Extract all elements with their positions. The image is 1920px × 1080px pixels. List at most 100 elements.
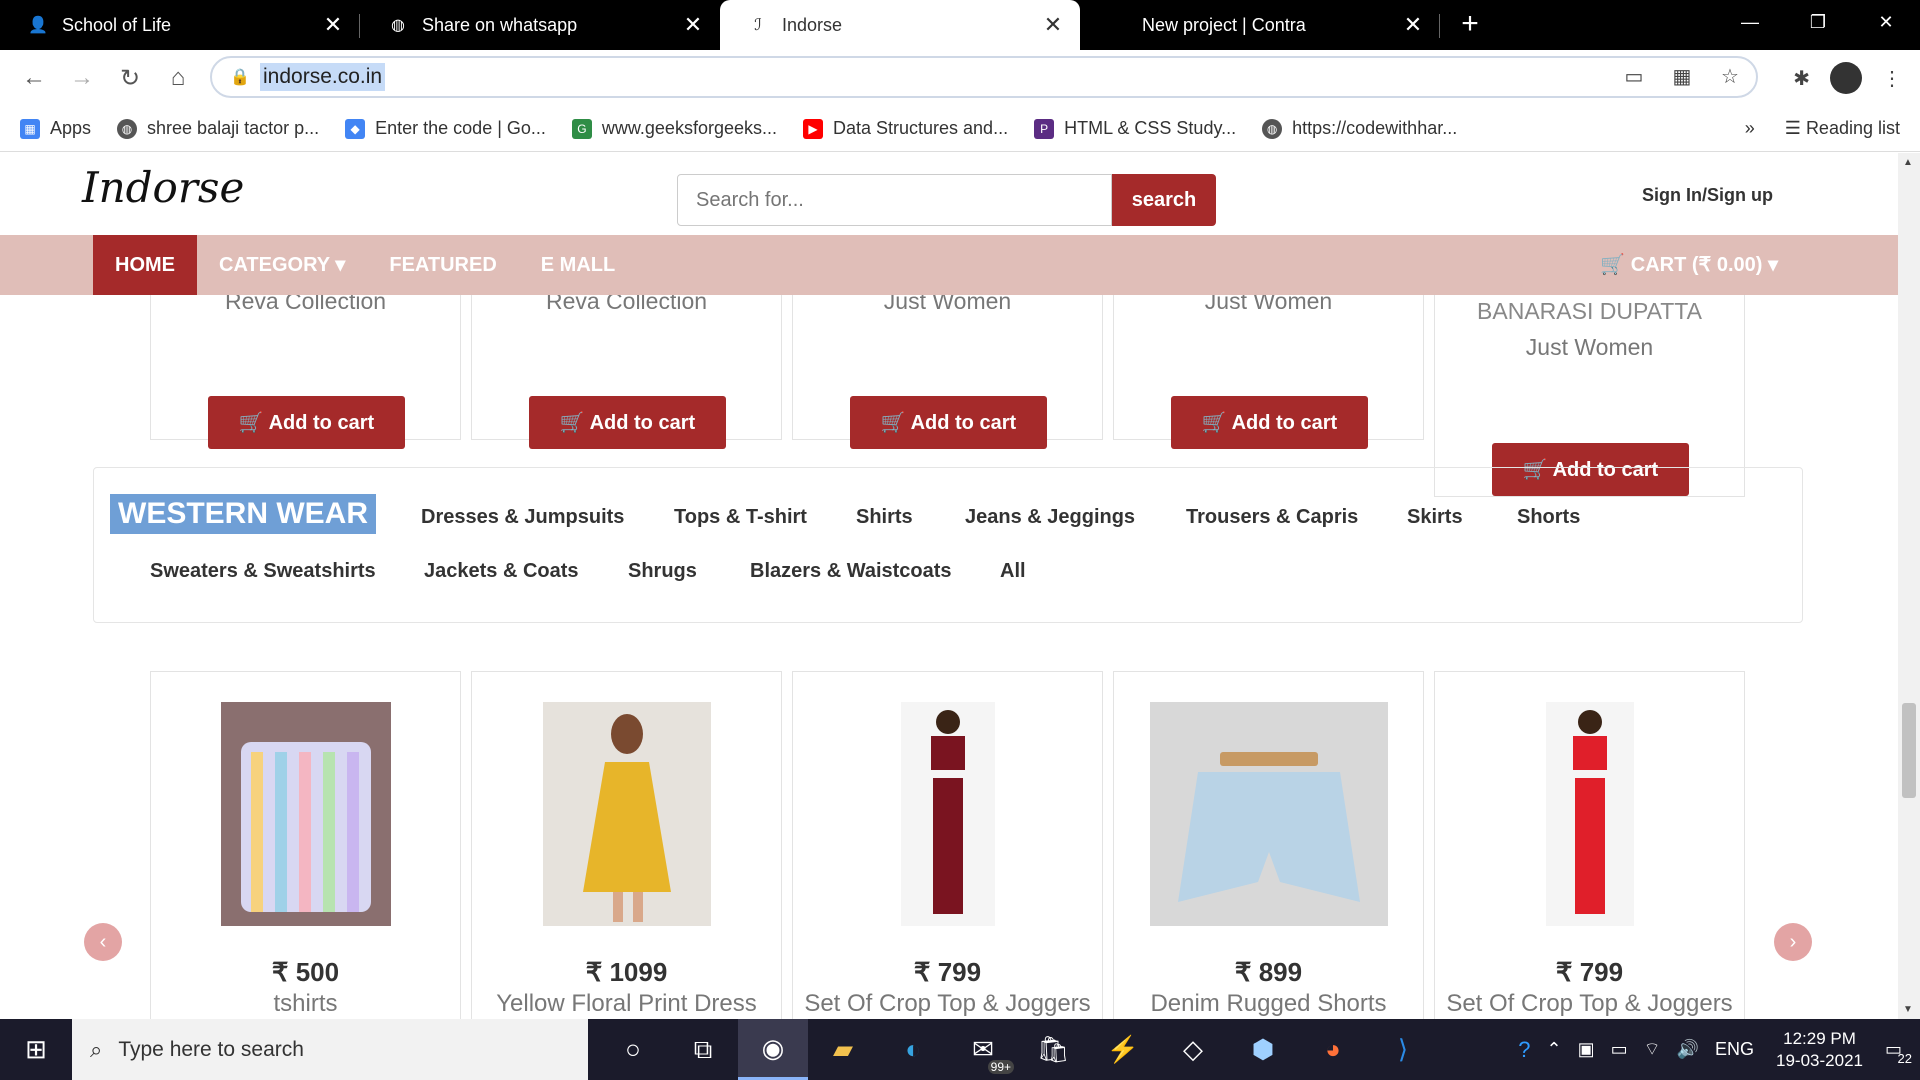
- close-window-button[interactable]: ✕: [1852, 0, 1920, 44]
- reload-icon[interactable]: ↻: [106, 64, 154, 93]
- category-link[interactable]: All: [1000, 560, 1026, 583]
- scroll-up-icon[interactable]: ▲: [1903, 157, 1913, 168]
- bookmark-data-structures[interactable]: ▶ Data Structures and...: [802, 118, 1008, 139]
- add-to-cart-button[interactable]: 🛒 Add to cart: [529, 396, 726, 449]
- cart-button[interactable]: 🛒 CART (₹ 0.00) ▾: [1600, 235, 1778, 295]
- avatar[interactable]: [1830, 62, 1862, 94]
- windows-start-icon[interactable]: ⊞: [0, 1034, 72, 1065]
- scroll-down-icon[interactable]: ▼: [1903, 1004, 1913, 1015]
- tab-indorse[interactable]: ℐ Indorse ✕: [720, 0, 1080, 50]
- clock[interactable]: 12:29 PM 19-03-2021: [1776, 1028, 1863, 1072]
- product-name[interactable]: Yellow Floral Print Dress: [472, 990, 781, 1018]
- bookmark-apps[interactable]: ▦ Apps: [20, 118, 91, 139]
- reading-list-button[interactable]: ☰ Reading list: [1785, 118, 1900, 139]
- wifi-icon[interactable]: ⌔: [1644, 1038, 1661, 1061]
- search-input[interactable]: [677, 174, 1112, 226]
- new-tab-button[interactable]: +: [1440, 0, 1500, 50]
- mail-icon[interactable]: ✉ 99+: [948, 1019, 1018, 1080]
- product-image[interactable]: [900, 702, 995, 926]
- minimize-button[interactable]: —: [1716, 0, 1784, 44]
- category-link[interactable]: Shrugs: [628, 560, 697, 583]
- app-cube-icon[interactable]: ⬢: [1228, 1019, 1298, 1080]
- tab-new-project-contra[interactable]: New project | Contra ✕: [1080, 0, 1440, 50]
- add-to-cart-button[interactable]: 🛒 Add to cart: [1171, 396, 1368, 449]
- file-explorer-icon[interactable]: ▰: [808, 1019, 878, 1080]
- category-heading[interactable]: WESTERN WEAR: [110, 494, 376, 534]
- bookmark-geeksforgeeks[interactable]: G www.geeksforgeeks...: [571, 118, 777, 139]
- cast-icon[interactable]: ▭: [1618, 64, 1650, 89]
- category-link[interactable]: Trousers & Capris: [1186, 506, 1358, 529]
- close-icon[interactable]: ✕: [1400, 12, 1426, 38]
- product-card[interactable]: ₹ 1099 Yellow Floral Print Dress: [471, 671, 782, 1019]
- restore-button[interactable]: ❐: [1784, 0, 1852, 44]
- dropbox-icon[interactable]: ◇: [1158, 1019, 1228, 1080]
- lock-icon[interactable]: 🔒: [230, 67, 260, 87]
- carousel-next-button[interactable]: ›: [1774, 923, 1812, 961]
- firefox-icon[interactable]: ◕: [1298, 1019, 1368, 1080]
- category-link[interactable]: Dresses & Jumpsuits: [421, 506, 624, 529]
- url-text[interactable]: indorse.co.in: [260, 63, 386, 91]
- app-icon[interactable]: ⚡: [1088, 1019, 1158, 1080]
- chrome-icon[interactable]: ◉: [738, 1019, 808, 1080]
- product-name[interactable]: Set Of Crop Top & Joggers: [793, 990, 1102, 1018]
- vscode-icon[interactable]: ⟩: [1368, 1019, 1438, 1080]
- battery-icon[interactable]: ▭: [1611, 1039, 1628, 1060]
- product-name[interactable]: Set Of Crop Top & Joggers: [1435, 990, 1744, 1018]
- product-name[interactable]: tshirts: [151, 990, 460, 1018]
- back-icon[interactable]: ←: [10, 64, 58, 92]
- close-icon[interactable]: ✕: [1040, 12, 1066, 38]
- product-image[interactable]: [1149, 702, 1388, 926]
- nav-emall[interactable]: E MALL: [519, 235, 637, 295]
- category-link[interactable]: Shirts: [856, 506, 913, 529]
- product-card[interactable]: ₹ 500 tshirts: [150, 671, 461, 1019]
- product-name[interactable]: Denim Rugged Shorts: [1114, 990, 1423, 1018]
- category-link[interactable]: Blazers & Waistcoats: [750, 560, 952, 583]
- product-image[interactable]: [1545, 702, 1634, 926]
- carousel-prev-button[interactable]: ‹: [84, 923, 122, 961]
- qr-code-icon[interactable]: ▦: [1666, 64, 1698, 89]
- bookmark-codewithharry[interactable]: ◍ https://codewithhar...: [1262, 118, 1457, 139]
- bookmark-enter-code[interactable]: ◆ Enter the code | Go...: [345, 118, 546, 139]
- puzzle-icon[interactable]: ✱: [1793, 66, 1810, 91]
- edge-icon[interactable]: ◐: [878, 1019, 948, 1080]
- help-icon[interactable]: ?: [1518, 1037, 1530, 1063]
- nav-category[interactable]: CATEGORY ▾: [197, 235, 367, 295]
- category-link[interactable]: Tops & T-shirt: [674, 506, 807, 529]
- product-image[interactable]: [220, 702, 391, 926]
- scrollbar-thumb[interactable]: [1902, 703, 1916, 798]
- more-bookmarks-icon[interactable]: »: [1745, 118, 1755, 139]
- add-to-cart-button[interactable]: 🛒 Add to cart: [208, 396, 405, 449]
- site-logo[interactable]: Indorse: [82, 163, 244, 212]
- star-icon[interactable]: ☆: [1714, 64, 1746, 89]
- page-scrollbar[interactable]: ▲ ▼: [1898, 153, 1920, 1019]
- category-link[interactable]: Shorts: [1517, 506, 1580, 529]
- notifications-icon[interactable]: ▭ 22: [1885, 1039, 1912, 1066]
- signin-link[interactable]: Sign In/Sign up: [1642, 185, 1773, 206]
- cortana-icon[interactable]: ○: [598, 1019, 668, 1080]
- product-card[interactable]: ₹ 899 Denim Rugged Shorts: [1113, 671, 1424, 1019]
- bookmark-html-css[interactable]: P HTML & CSS Study...: [1034, 118, 1236, 139]
- home-icon[interactable]: ⌂: [154, 64, 202, 92]
- tab-school-of-life[interactable]: 👤 School of Life ✕: [0, 0, 360, 50]
- close-icon[interactable]: ✕: [320, 12, 346, 38]
- meet-icon[interactable]: ▣: [1578, 1039, 1595, 1060]
- product-image[interactable]: [542, 702, 711, 926]
- category-link[interactable]: Jeans & Jeggings: [965, 506, 1135, 529]
- chevron-up-icon[interactable]: ⌃: [1547, 1039, 1562, 1060]
- omnibox[interactable]: 🔒 indorse.co.in ▭ ▦ ☆: [210, 56, 1758, 98]
- nav-featured[interactable]: FEATURED: [367, 235, 518, 295]
- close-icon[interactable]: ✕: [680, 12, 706, 38]
- volume-icon[interactable]: 🔊: [1677, 1039, 1699, 1060]
- taskbar-search[interactable]: ⌕ Type here to search: [72, 1019, 588, 1080]
- category-link[interactable]: Jackets & Coats: [424, 560, 579, 583]
- search-button[interactable]: search: [1112, 174, 1216, 226]
- tab-share-on-whatsapp[interactable]: ◍ Share on whatsapp ✕: [360, 0, 720, 50]
- product-card[interactable]: ₹ 799 Set Of Crop Top & Joggers: [792, 671, 1103, 1019]
- product-card[interactable]: ₹ 799 Set Of Crop Top & Joggers: [1434, 671, 1745, 1019]
- bookmark-shree-balaji[interactable]: ◍ shree balaji tactor p...: [117, 118, 319, 139]
- store-icon[interactable]: 🛍: [1018, 1019, 1088, 1080]
- language-indicator[interactable]: ENG: [1715, 1039, 1754, 1060]
- add-to-cart-button[interactable]: 🛒 Add to cart: [850, 396, 1047, 449]
- task-view-icon[interactable]: ⧉: [668, 1019, 738, 1080]
- menu-icon[interactable]: ⋮: [1882, 66, 1902, 91]
